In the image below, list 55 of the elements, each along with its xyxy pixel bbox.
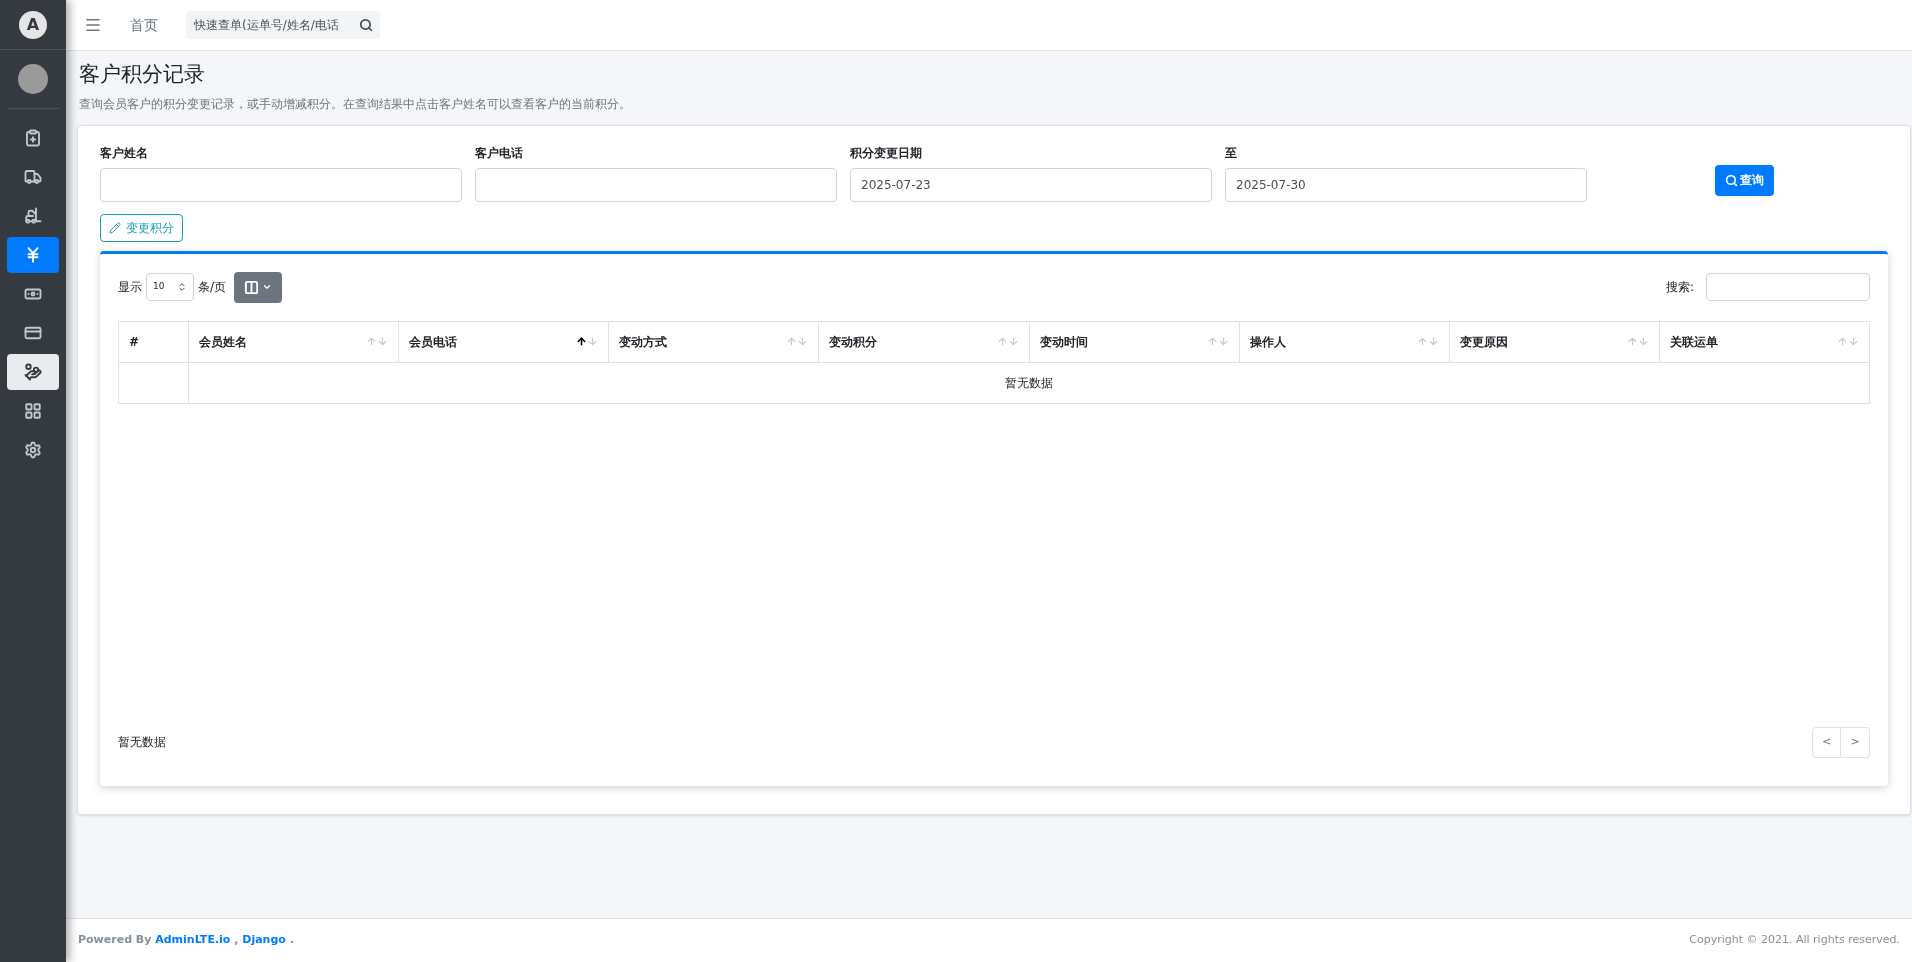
query-button[interactable]: 查询 <box>1714 164 1774 196</box>
caret-icon <box>262 282 273 292</box>
table-info: 暂无数据 <box>118 734 166 751</box>
quick-search-field[interactable]: 快速查单(运单号/姓名/电话 <box>186 11 352 39</box>
search-icon <box>1724 173 1738 187</box>
search-icon <box>359 18 373 32</box>
column-header[interactable]: 变动方式 <box>619 332 668 351</box>
column-header[interactable]: 关联运单 <box>1669 332 1718 351</box>
menu-icon[interactable] <box>84 16 102 34</box>
field-label: 积分变更日期 <box>850 144 923 162</box>
page-description: 查询会员客户的积分变更记录，或手动增减积分。在查询结果中点击客户姓名可以查看客户的当前积分。 <box>79 95 632 113</box>
next-page-button[interactable]: > <box>1841 726 1870 758</box>
logo[interactable]: A <box>19 10 47 39</box>
home-link[interactable]: 首页 <box>122 14 166 36</box>
columns-icon <box>244 279 260 295</box>
select-arrows-icon <box>177 282 187 292</box>
column-header[interactable]: 操作人 <box>1249 332 1286 351</box>
show-label: 显示 <box>118 279 142 296</box>
input-field[interactable]: 2025-07-23 <box>850 167 1212 202</box>
column-header[interactable]: 变动时间 <box>1039 332 1088 351</box>
columns-button[interactable] <box>234 271 283 303</box>
search-button[interactable] <box>352 11 380 39</box>
forklift-icon <box>24 207 42 225</box>
search-label: 搜索: <box>1665 279 1694 296</box>
field-label: 客户电话 <box>475 144 524 162</box>
pencil-icon <box>109 221 121 234</box>
column-header[interactable]: 会员姓名 <box>199 332 247 351</box>
grid-icon <box>24 402 42 420</box>
input-field[interactable] <box>475 167 837 202</box>
input-field[interactable]: 2025-07-30 <box>1225 167 1587 202</box>
hand-coin-icon <box>24 363 42 381</box>
field-label: 客户姓名 <box>100 144 149 162</box>
footer-link[interactable]: AdminLTE.io <box>155 933 231 947</box>
clipboard-icon <box>24 129 42 147</box>
sort-icon[interactable] <box>576 336 599 347</box>
column-header[interactable]: 变更原因 <box>1459 332 1508 351</box>
copyright-text: Copyright © 2021. All rights reserved. <box>1689 932 1900 949</box>
column-header[interactable]: 变动积分 <box>829 332 878 351</box>
footer-link[interactable]: Django <box>242 933 286 947</box>
avatar[interactable] <box>18 64 48 94</box>
settings-icon <box>24 441 42 459</box>
powered-by-text: Powered By AdminLTE.io , Django . <box>78 932 294 949</box>
page-title: 客户积分记录 <box>79 61 206 88</box>
input-field[interactable] <box>100 167 462 202</box>
table-search-field[interactable] <box>1706 273 1870 301</box>
field-label: 至 <box>1225 144 1238 162</box>
sidebar-item[interactable] <box>7 354 59 390</box>
column-header[interactable]: # <box>129 332 140 351</box>
card-icon <box>24 324 42 342</box>
truck-icon <box>24 168 42 186</box>
per-page-label: 条/页 <box>198 279 227 296</box>
page-size-select[interactable]: 10 <box>146 273 194 301</box>
empty-message: 暂无数据 <box>1005 375 1053 390</box>
column-header[interactable]: 会员电话 <box>409 332 458 351</box>
previous-page-button[interactable]: < <box>1812 726 1841 758</box>
